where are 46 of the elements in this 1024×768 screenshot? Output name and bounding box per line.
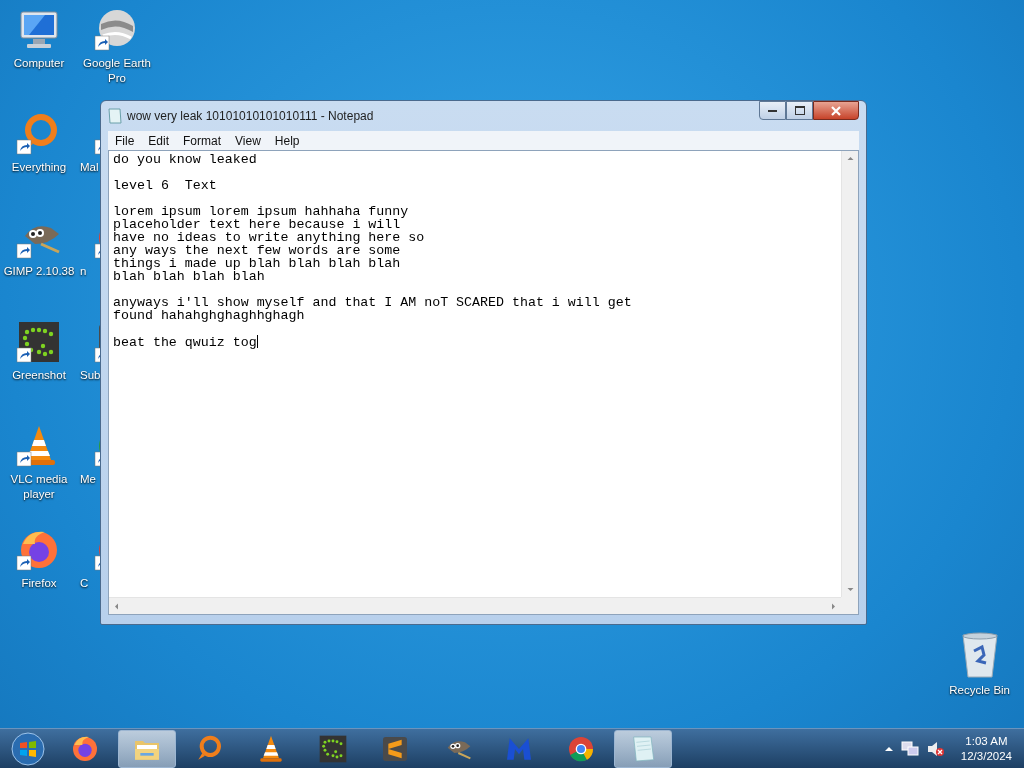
- maximize-icon: [794, 106, 805, 115]
- icon-label: Greenshot: [12, 368, 66, 383]
- maximize-button[interactable]: [786, 101, 813, 120]
- text-line: anyways i'll show myself and that I AM noT SCARED that i will get: [113, 296, 633, 309]
- text-line: beat the qwuiz tog: [113, 335, 259, 349]
- icon-label: Google Earth Pro: [82, 56, 152, 86]
- network-icon[interactable]: [900, 740, 919, 757]
- menu-item[interactable]: View: [228, 133, 268, 148]
- text-line: have no ideas to write anything here so: [113, 231, 426, 244]
- vertical-scrollbar[interactable]: [841, 151, 858, 597]
- text-line: things i made up blah blah blah blah: [113, 257, 402, 270]
- menu-item[interactable]: File: [108, 133, 142, 148]
- menu-item[interactable]: Format: [176, 133, 229, 148]
- icon-label: Mal: [80, 160, 99, 175]
- minimize-button[interactable]: [759, 101, 786, 120]
- icon-label: Recycle Bin: [949, 683, 1010, 698]
- recycle-bin-icon[interactable]: [959, 631, 1000, 679]
- icon-label: C: [80, 576, 89, 591]
- text-line: placeholder text here because i will: [113, 218, 401, 231]
- icon-label: Me: [80, 472, 96, 487]
- text-line: level 6 Text: [113, 179, 218, 192]
- icon-label: GIMP 2.10.38: [3, 264, 75, 279]
- muted-speaker-icon[interactable]: [926, 740, 945, 757]
- horizontal-scrollbar[interactable]: [109, 597, 841, 614]
- text-line: blah blah blah blah: [113, 270, 266, 283]
- window-title: wow very leak 10101010101010111 - Notepad: [127, 109, 375, 123]
- caret-icon[interactable]: [884, 745, 893, 752]
- taskbar-button[interactable]: [118, 729, 176, 768]
- clock-date[interactable]: 12/3/2024: [960, 748, 1012, 764]
- text-line: any ways the next few words are some: [113, 244, 402, 257]
- menu-item[interactable]: Edit: [141, 133, 177, 148]
- icon-label: Sub: [80, 368, 101, 383]
- icon-label: Everything: [11, 160, 67, 175]
- close-icon: [831, 105, 841, 116]
- notepad-icon: [108, 108, 122, 124]
- text-line: do you know leaked: [113, 153, 258, 166]
- icon-label: Computer: [13, 56, 65, 71]
- text-line: found hahahghghaghhghagh: [113, 309, 306, 322]
- menu-item[interactable]: Help: [267, 133, 307, 148]
- text-line: lorem ipsum lorem ipsum hahhaha funny: [113, 205, 410, 218]
- icon-label: n: [80, 264, 87, 279]
- close-button[interactable]: [813, 101, 859, 120]
- icon-label: Firefox: [21, 576, 57, 591]
- taskbar-button[interactable]: [614, 729, 672, 768]
- icon-label: VLC media player: [9, 472, 69, 502]
- clock-time[interactable]: 1:03 AM: [965, 733, 1008, 749]
